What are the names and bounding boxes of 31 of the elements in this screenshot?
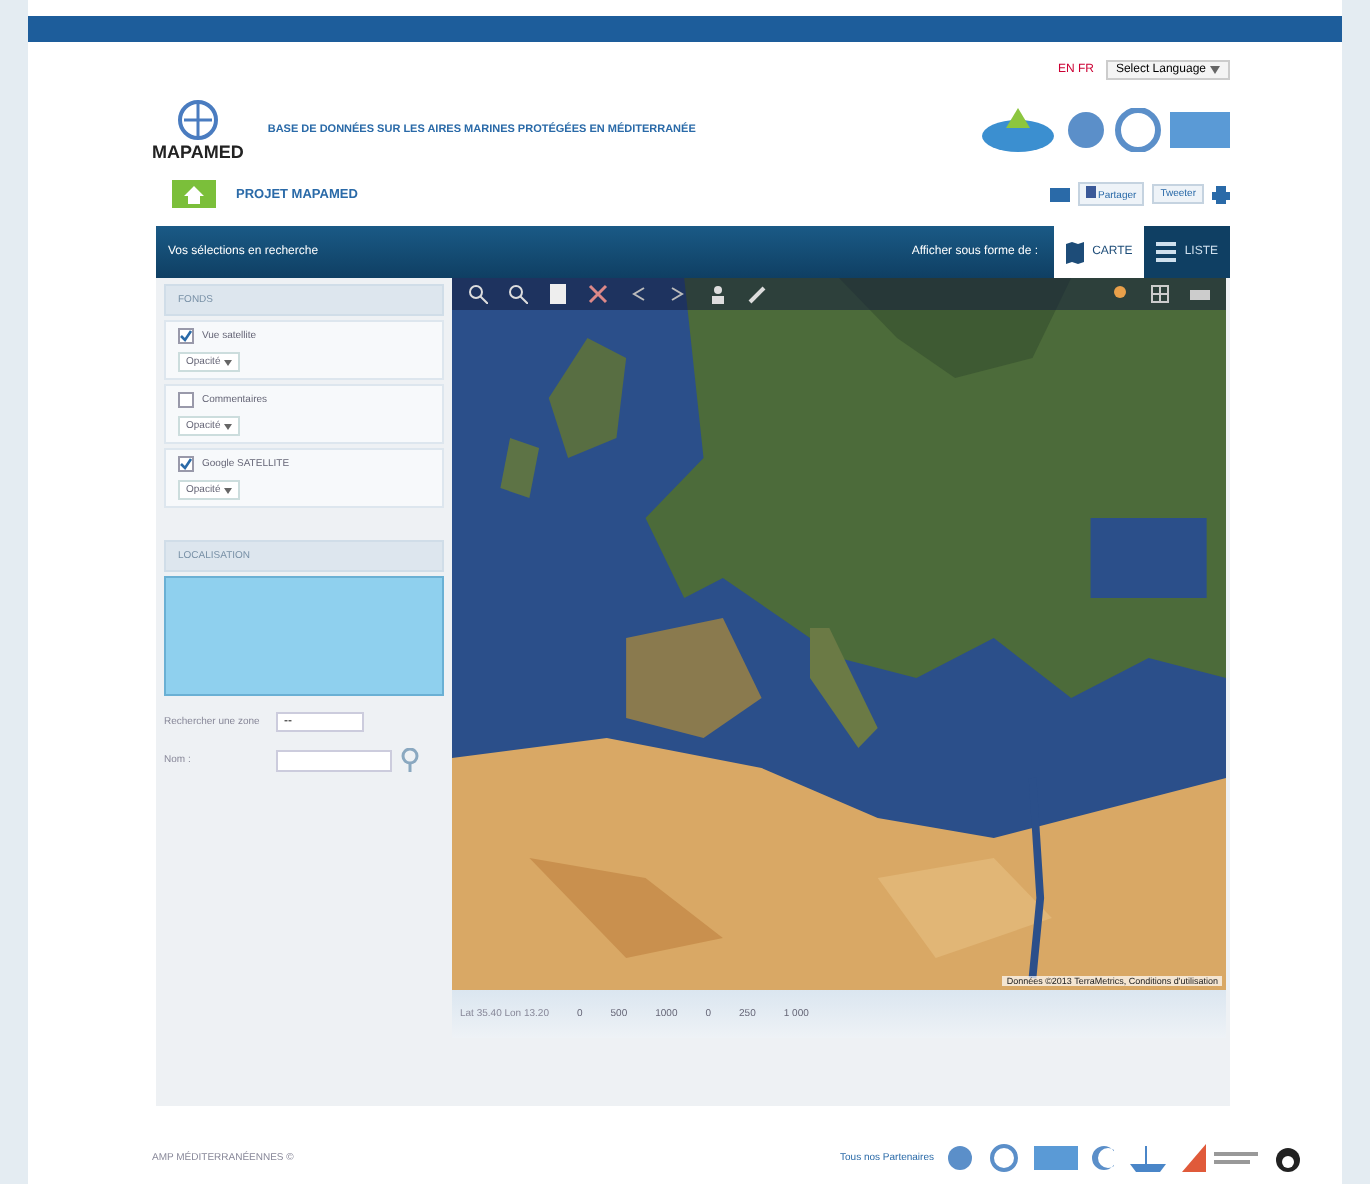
page-icon[interactable]: [548, 284, 568, 304]
boat-icon[interactable]: [1126, 1144, 1170, 1172]
undo-icon[interactable]: [628, 284, 648, 304]
caret-icon: [224, 423, 233, 429]
zoom-out-icon[interactable]: [508, 284, 528, 304]
checkbox[interactable]: [178, 456, 194, 472]
list-icon: [1156, 242, 1177, 262]
name-field[interactable]: [276, 749, 392, 771]
checkbox[interactable]: [178, 328, 194, 344]
zoom-in-icon[interactable]: [468, 284, 488, 304]
emblem-icon[interactable]: [1066, 110, 1106, 150]
map-icon: [1066, 241, 1085, 263]
crescent-icon[interactable]: [1090, 1144, 1114, 1172]
caret-icon: [224, 359, 233, 365]
logo-text[interactable]: MAPAMED: [152, 142, 244, 162]
person-icon[interactable]: [708, 284, 728, 304]
grid-icon[interactable]: [1150, 284, 1170, 304]
partner-logo-icon[interactable]: [1182, 1144, 1262, 1172]
pin-icon[interactable]: [1110, 284, 1130, 304]
facebook-icon: [1085, 186, 1096, 198]
home-icon: [184, 185, 204, 203]
caret-icon: [1210, 66, 1220, 74]
emblem-icon[interactable]: [986, 1144, 1022, 1172]
emblem-icon[interactable]: [946, 1144, 974, 1172]
checkbox[interactable]: [178, 392, 194, 408]
caret-icon: [224, 487, 233, 493]
partner-logo-icon[interactable]: [978, 104, 1058, 156]
redo-icon[interactable]: [668, 284, 688, 304]
close-icon[interactable]: [588, 284, 608, 304]
pencil-icon[interactable]: [748, 284, 768, 304]
emblem-icon[interactable]: [1114, 108, 1162, 152]
